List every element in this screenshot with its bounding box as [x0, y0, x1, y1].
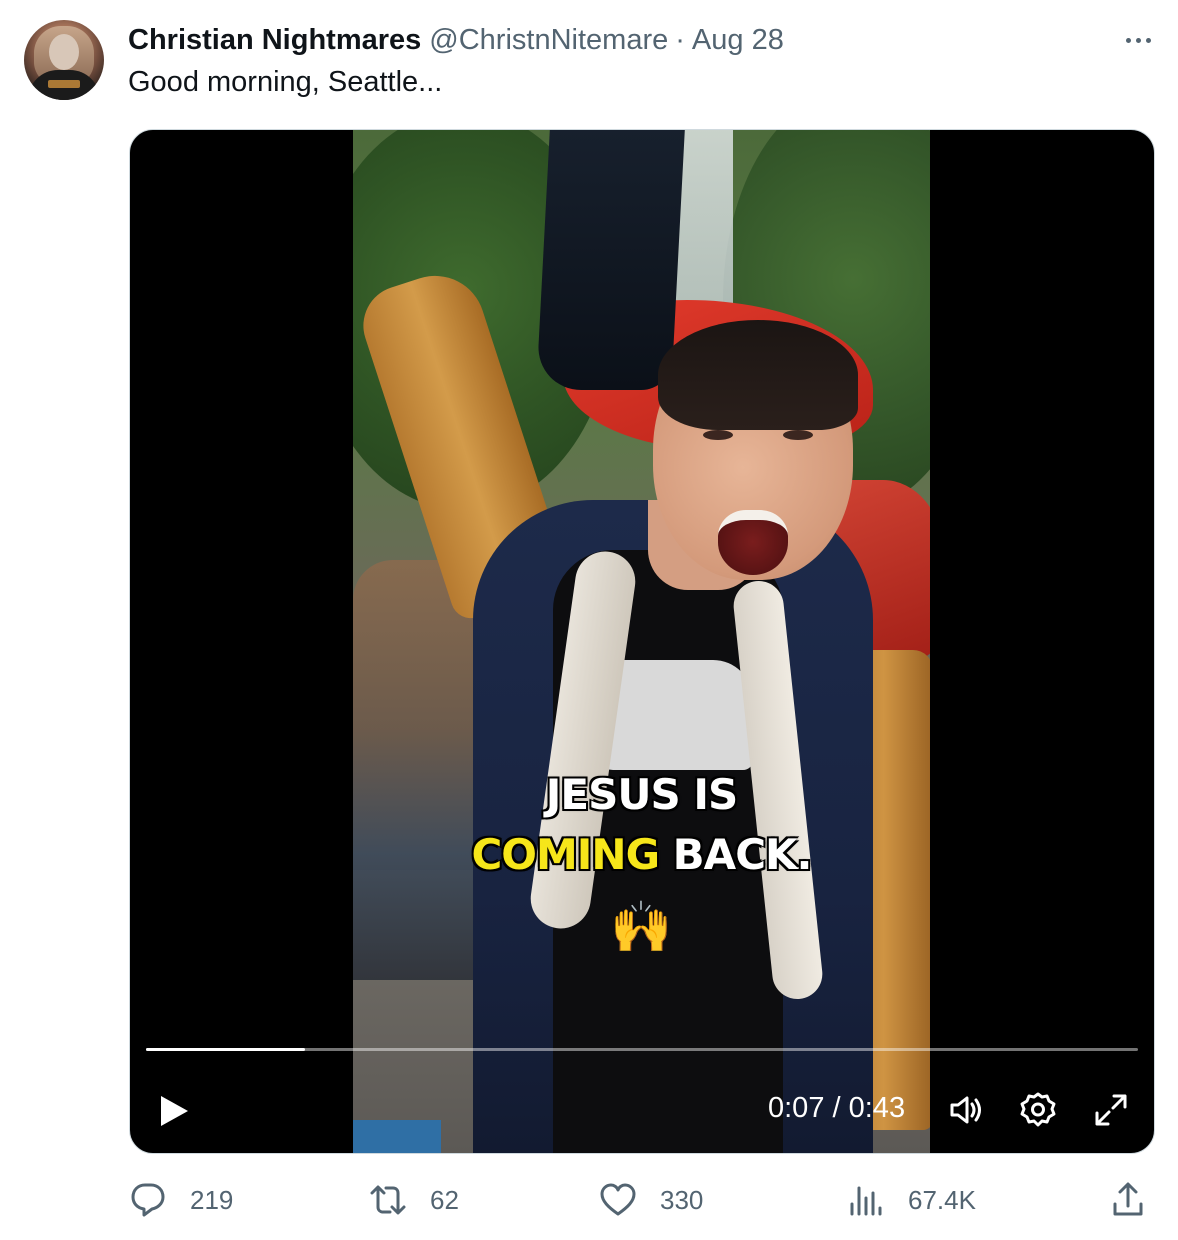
retweet-count: 62 — [430, 1184, 459, 1215]
video-caption-highlight: COMING — [471, 830, 660, 879]
video-progress-fill — [146, 1048, 305, 1051]
avatar-face — [49, 34, 79, 70]
video-current-time: 0:07 — [768, 1092, 825, 1124]
video-time: 0:07 / 0:43 — [768, 1092, 905, 1125]
settings-button[interactable] — [1016, 1088, 1060, 1132]
author-handle[interactable]: @ChristnNitemare — [429, 24, 668, 57]
reply-icon — [131, 1183, 165, 1217]
video-caption-line2: COMING BACK. — [353, 830, 930, 879]
views-icon — [850, 1186, 882, 1216]
avatar-shirt-logo — [48, 80, 80, 88]
author-display-name[interactable]: Christian Nightmares — [128, 24, 421, 57]
share-button[interactable] — [1108, 1178, 1148, 1222]
raised-hands-emoji: 🙌 — [610, 899, 673, 955]
video-time-separator: / — [824, 1092, 849, 1124]
play-icon — [161, 1096, 188, 1126]
header-separator: · — [675, 24, 685, 56]
volume-icon — [950, 1096, 981, 1124]
like-count: 330 — [660, 1184, 704, 1215]
video-caption-rest: BACK. — [672, 830, 813, 879]
reply-button[interactable]: 219 — [128, 1178, 233, 1222]
video-player[interactable]: JESUS IS COMING BACK. 🙌 0:07 / 0:43 — [129, 129, 1155, 1154]
reply-count: 219 — [190, 1184, 234, 1215]
volume-button[interactable] — [944, 1088, 988, 1132]
gear-icon — [1020, 1092, 1056, 1127]
retweet-button[interactable]: 62 — [368, 1178, 459, 1222]
tweet-text: Good morning, Seattle... — [128, 66, 443, 98]
tweet-actions: 219 62 330 67.4K — [128, 1178, 1148, 1222]
retweet-icon — [370, 1185, 406, 1215]
more-icon — [1125, 37, 1131, 43]
fullscreen-button[interactable] — [1089, 1088, 1133, 1132]
more-button[interactable] — [1116, 24, 1160, 56]
video-frame[interactable]: JESUS IS COMING BACK. 🙌 — [353, 130, 930, 1153]
video-caption-line1: JESUS IS — [545, 770, 738, 819]
tweet[interactable]: Christian Nightmares @ChristnNitemare · … — [0, 0, 1178, 1240]
video-progress-bar[interactable] — [146, 1048, 1138, 1051]
views-button[interactable]: 67.4K — [846, 1178, 976, 1222]
heart-icon — [600, 1183, 636, 1216]
tweet-header: Christian Nightmares @ChristnNitemare · … — [128, 24, 784, 58]
video-total-time: 0:43 — [848, 1092, 906, 1124]
like-button[interactable]: 330 — [598, 1178, 703, 1222]
share-icon — [1113, 1182, 1143, 1216]
play-button[interactable] — [154, 1090, 194, 1132]
fullscreen-icon — [1095, 1094, 1127, 1126]
views-count: 67.4K — [908, 1184, 976, 1215]
tweet-date[interactable]: Aug 28 — [692, 24, 784, 57]
avatar[interactable] — [24, 20, 104, 100]
